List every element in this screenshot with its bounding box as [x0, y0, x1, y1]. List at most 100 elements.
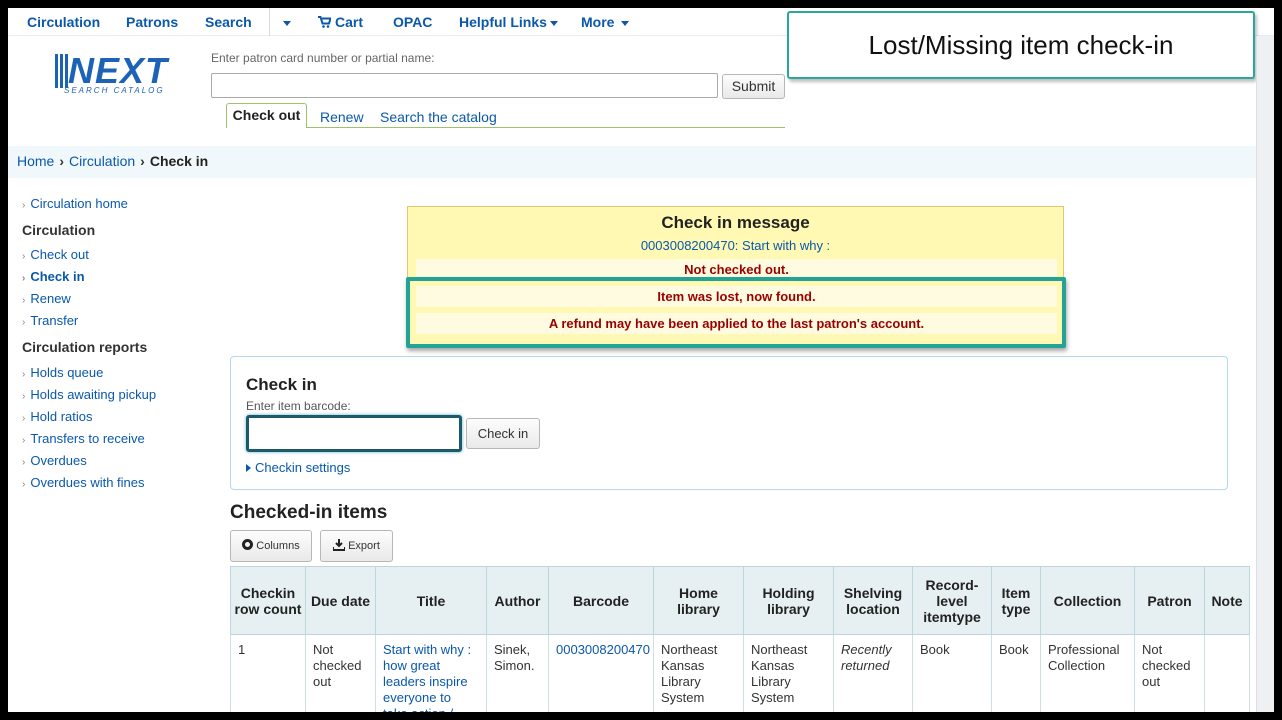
nav-circulation[interactable]: Circulation — [27, 14, 100, 30]
sidebar-item-transfers-to-receive[interactable]: › Transfers to receive — [22, 431, 145, 446]
check-in-button[interactable]: Check in — [466, 418, 540, 449]
sidebar-item-check-out[interactable]: › Check out — [22, 247, 89, 262]
sidebar-item-renew[interactable]: › Renew — [22, 291, 71, 306]
sidebar-item-overdues[interactable]: › Overdues — [22, 453, 87, 468]
sidebar-item-label: Check in — [30, 269, 85, 284]
nav-patrons[interactable]: Patrons — [126, 14, 178, 30]
tab-search-catalog[interactable]: Search the catalog — [380, 109, 497, 125]
nav-divider — [269, 8, 270, 36]
chevron-right-icon: › — [22, 251, 26, 262]
columns-label: Columns — [256, 540, 300, 552]
breadcrumb-current: Check in — [149, 153, 209, 169]
sidebar-item-label: Transfers to receive — [30, 431, 145, 446]
tab-check-out[interactable]: Check out — [226, 103, 307, 128]
next-search-catalog-logo: NEXT SEARCH CATALOG — [54, 50, 188, 96]
barcode-label: Enter item barcode: — [246, 399, 351, 413]
caret-down-icon — [283, 20, 291, 26]
check-in-panel: Check in Enter item barcode: Check in Ch… — [230, 356, 1228, 490]
sidebar-item-transfer[interactable]: › Transfer — [22, 313, 78, 328]
nav-search[interactable]: Search — [205, 14, 252, 30]
sidebar-item-holds-queue[interactable]: › Holds queue — [22, 365, 103, 380]
column-header[interactable]: Record-level itemtype — [912, 566, 992, 635]
sidebar-heading-circulation: Circulation — [22, 222, 96, 238]
checkin-settings-label: Checkin settings — [255, 460, 351, 475]
column-header[interactable]: Checkin row count — [230, 566, 306, 635]
message-item-link[interactable]: 0003008200470: Start with why : — [408, 238, 1063, 253]
column-header[interactable]: Author — [486, 566, 549, 635]
chevron-right-icon: › — [22, 413, 26, 424]
cell-shelving-location: Recently returned — [833, 634, 913, 712]
column-header[interactable]: Shelving location — [833, 566, 913, 635]
breadcrumb-circulation[interactable]: Circulation — [69, 153, 135, 169]
chevron-right-icon: › — [22, 295, 26, 306]
column-header[interactable]: Title — [375, 566, 487, 635]
nav-cart-label: Cart — [335, 14, 364, 30]
message-title: Check in message — [661, 213, 810, 232]
column-header[interactable]: Due date — [305, 566, 376, 635]
highlight-box — [406, 277, 1066, 348]
sidebar-item-overdues-with-fines[interactable]: › Overdues with fines — [22, 475, 145, 490]
chevron-right-icon: › — [22, 435, 26, 446]
sidebar-item-label: Holds awaiting pickup — [30, 387, 157, 402]
patron-search-label: Enter patron card number or partial name… — [211, 51, 435, 65]
chevron-right-icon: › — [22, 200, 26, 211]
columns-button[interactable]: Columns — [230, 530, 312, 562]
sidebar-item-label: Holds queue — [30, 365, 104, 380]
sidebar-item-label: Renew — [30, 291, 71, 306]
tab-renew[interactable]: Renew — [320, 109, 364, 125]
check-in-title: Check in — [246, 375, 317, 394]
cell-barcode: 0003008200470 — [548, 634, 654, 712]
search-dropdown-button[interactable] — [280, 14, 291, 30]
sidebar-item-check-in[interactable]: › Check in — [22, 269, 85, 284]
cell-count: 1 — [230, 634, 306, 712]
export-label: Export — [348, 540, 380, 552]
caret-down-icon — [621, 20, 630, 26]
title-link[interactable]: Start with why : how great leaders inspi… — [383, 642, 471, 712]
column-header[interactable]: Note — [1204, 566, 1250, 635]
column-header[interactable]: Collection — [1040, 566, 1135, 635]
column-header[interactable]: Barcode — [548, 566, 654, 635]
sidebar-item-label: Transfer — [30, 313, 79, 328]
sidebar-item-hold-ratios[interactable]: › Hold ratios — [22, 409, 92, 424]
sidebar-item-circulation-home[interactable]: › Circulation home — [22, 196, 128, 211]
patron-search-input[interactable] — [211, 73, 718, 98]
chevron-right-icon: › — [22, 479, 26, 490]
submit-button[interactable]: Submit — [722, 74, 785, 99]
cell-record-itemtype: Book — [912, 634, 992, 712]
cell-title: Start with why : how great leaders inspi… — [375, 634, 487, 712]
caret-down-icon — [549, 20, 558, 26]
column-header[interactable]: Patron — [1134, 566, 1205, 635]
download-icon — [333, 539, 346, 551]
chevron-right-icon: › — [22, 457, 26, 468]
cell-holding-library: Northeast Kansas Library System — [743, 634, 834, 712]
nav-cart[interactable]: Cart — [318, 14, 363, 30]
nav-helpful-links-label: Helpful Links — [459, 14, 547, 30]
column-header[interactable]: Holding library — [743, 566, 834, 635]
nav-opac[interactable]: OPAC — [393, 14, 432, 30]
checkin-settings-toggle[interactable]: Checkin settings — [246, 460, 350, 475]
sidebar-item-label: Overdues — [30, 453, 87, 468]
column-header[interactable]: Item type — [991, 566, 1041, 635]
nav-helpful-links[interactable]: Helpful Links — [459, 14, 558, 30]
sidebar-item-label: Overdues with fines — [30, 475, 145, 490]
chevron-right-icon: › — [22, 273, 26, 284]
caret-right-icon — [246, 464, 251, 472]
sidebar-item-label: Check out — [30, 247, 89, 262]
nav-more[interactable]: More — [581, 14, 630, 30]
column-header[interactable]: Home library — [653, 566, 744, 635]
sidebar-item-holds-awaiting-pickup[interactable]: › Holds awaiting pickup — [22, 387, 156, 402]
chevron-right-icon: › — [22, 369, 26, 380]
callout-box: Lost/Missing item check-in — [787, 11, 1255, 79]
export-button[interactable]: Export — [320, 530, 393, 562]
chevron-right-icon: › — [22, 317, 26, 328]
vertical-scrollbar[interactable] — [1256, 36, 1274, 712]
tabs-underline — [226, 127, 785, 128]
nav-more-label: More — [581, 14, 615, 30]
cell-patron: Not checked out — [1134, 634, 1205, 712]
sidebar-item-label: Hold ratios — [30, 409, 93, 424]
barcode-link[interactable]: 0003008200470 — [556, 642, 650, 657]
sidebar-heading-circulation-reports: Circulation reports — [22, 339, 148, 355]
barcode-input[interactable] — [246, 415, 462, 452]
logo-bars-icon — [54, 54, 68, 88]
breadcrumb-home[interactable]: Home — [17, 153, 54, 169]
